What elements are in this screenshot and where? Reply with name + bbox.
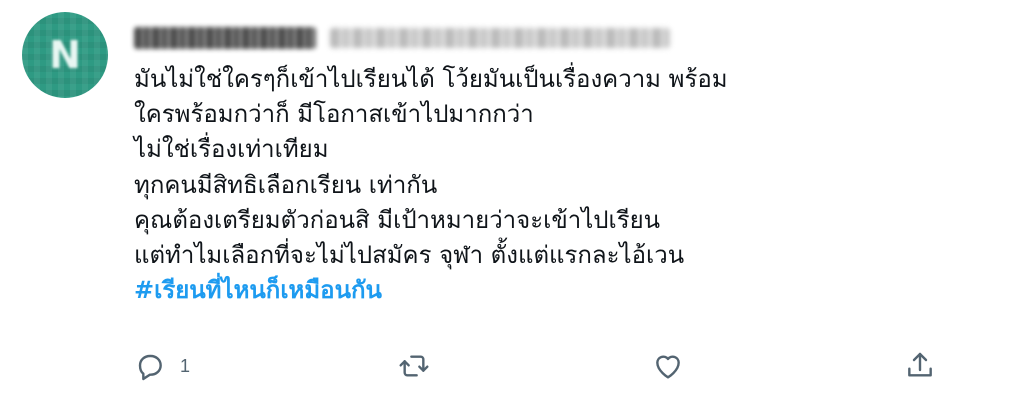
tweet-card[interactable]: N มันไม่ใช่ใครๆก็เข้าไปเรียนได้ โว้ยมันเ… — [0, 0, 1024, 413]
author-handle-redacted[interactable] — [330, 28, 670, 48]
tweet-line: ไม่ใช่เรื่องเท่าเทียม — [134, 135, 329, 164]
reply-count: 1 — [180, 355, 191, 376]
reply-button[interactable]: 1 — [134, 346, 190, 386]
tweet-line: มันไม่ใช่ใครๆก็เข้าไปเรียนได้ โว้ยมันเป็… — [134, 65, 728, 93]
author-name-redacted[interactable] — [134, 27, 316, 49]
tweet-header — [134, 22, 670, 54]
tweet-line: ทุกคนมีสิทธิเลือกเรียน เท่ากัน — [134, 170, 438, 199]
retweet-icon — [399, 355, 429, 377]
heart-icon — [656, 355, 680, 379]
tweet-line: คุณต้องเตรียมตัวก่อนสิ มีเป้าหมายว่าจะเข… — [134, 205, 661, 234]
share-icon — [908, 352, 932, 377]
like-button[interactable] — [652, 346, 684, 386]
avatar[interactable]: N — [22, 12, 108, 98]
tweet-line: แต่ทำไมเลือกที่จะไม่ไปสมัคร จุฬา ตั้งแต่… — [134, 241, 685, 270]
retweet-button[interactable] — [398, 346, 430, 386]
avatar-letter: N — [49, 33, 81, 77]
tweet-text: มันไม่ใช่ใครๆก็เข้าไปเรียนได้ โว้ยมันเป็… — [134, 62, 994, 308]
hashtag-link[interactable]: #เรียนที่ไหนก็เหมือนกัน — [134, 273, 994, 308]
tweet-line: ใครพร้อมกว่าก็ มีโอกาสเข้าไปมากกว่า — [134, 100, 534, 129]
reply-icon — [138, 354, 162, 381]
share-button[interactable] — [904, 346, 936, 386]
action-bar: 1 — [134, 346, 954, 386]
